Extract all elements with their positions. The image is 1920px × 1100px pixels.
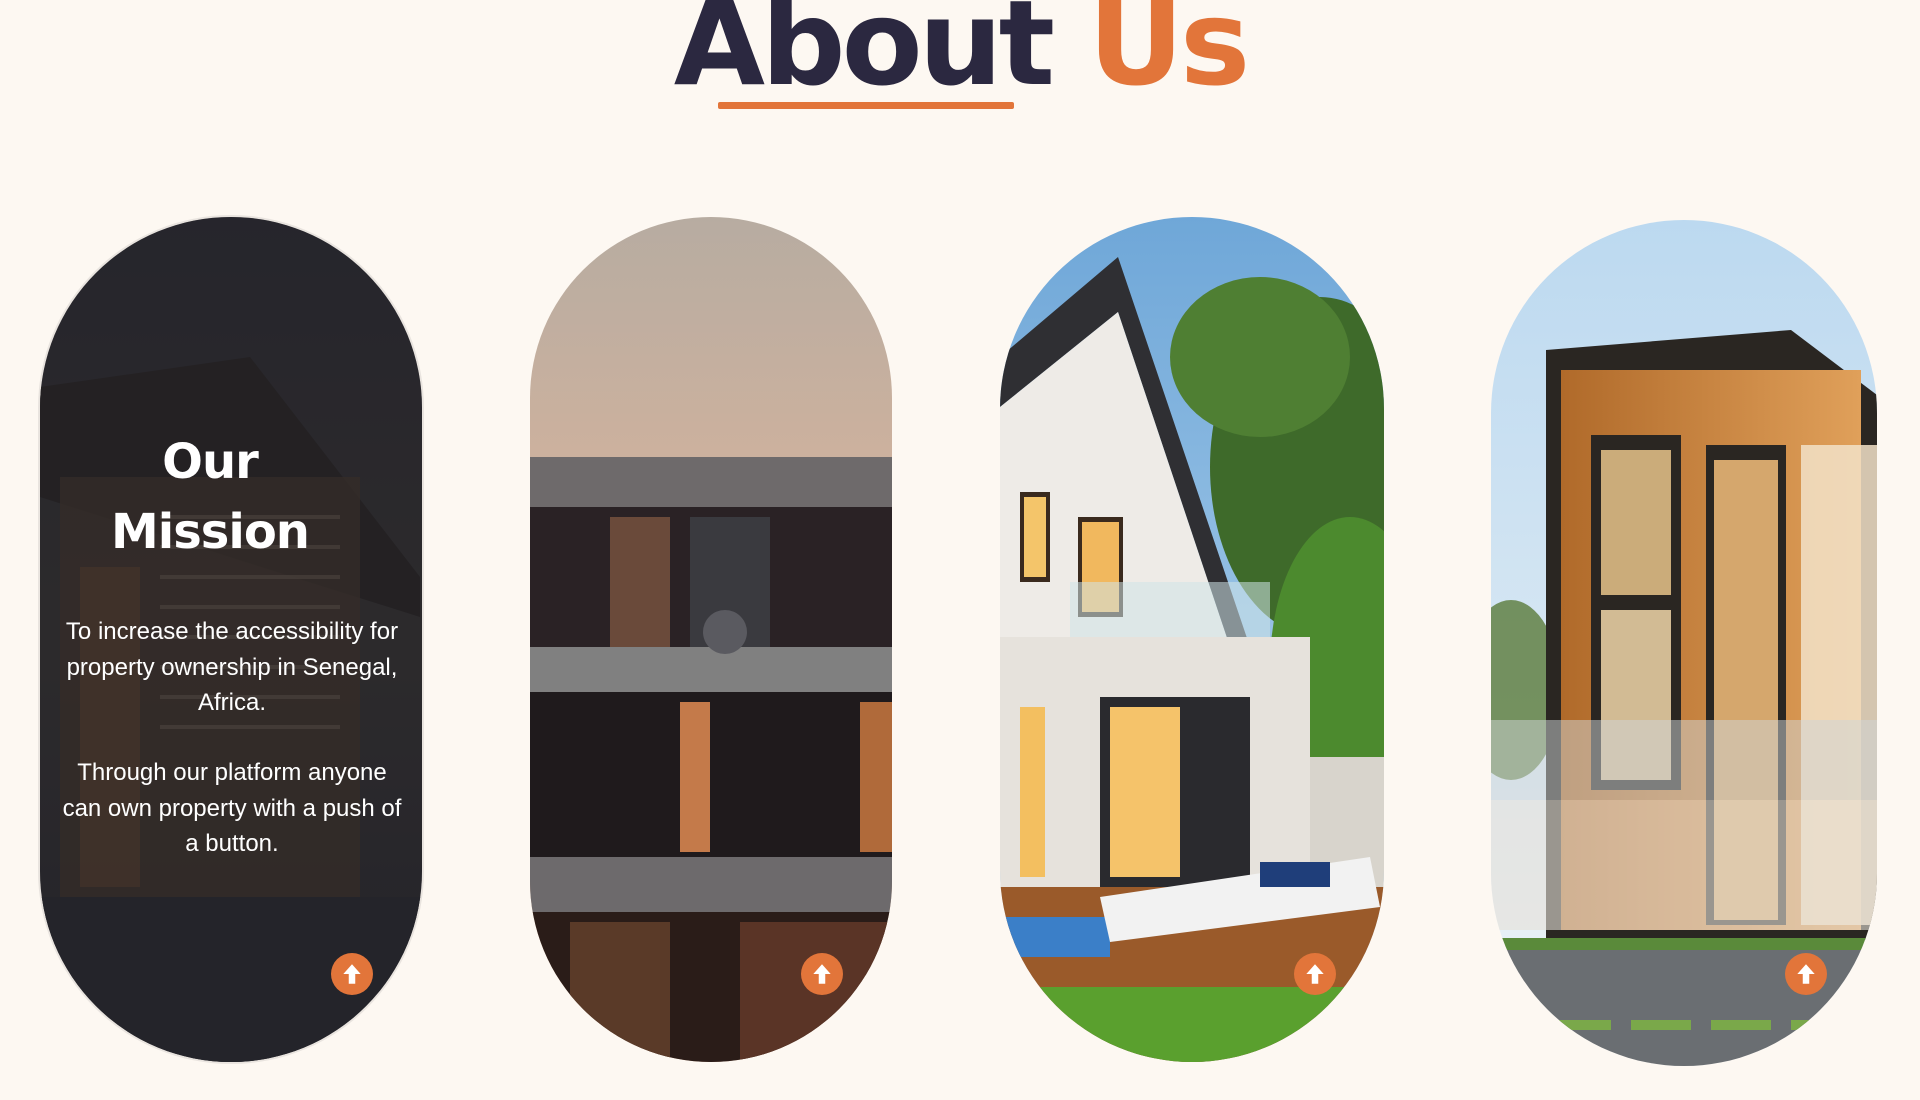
house-white-arrow-button[interactable] (1294, 953, 1336, 995)
house-card-white (1000, 217, 1384, 1062)
mission-title-line1: Our (162, 434, 259, 490)
mission-card-arrow-button[interactable] (331, 953, 373, 995)
arrow-up-icon (1797, 964, 1815, 984)
mission-card: Our Mission To increase the accessibilit… (40, 217, 422, 1062)
page-title: About Us (0, 0, 1920, 108)
title-word-us: Us (1088, 0, 1250, 112)
arrow-up-icon (1306, 964, 1324, 984)
mission-title-line2: Mission (111, 504, 310, 560)
title-word-about: About (673, 0, 1055, 112)
house-dusk-arrow-button[interactable] (801, 953, 843, 995)
mission-content: Our Mission To increase the accessibilit… (40, 217, 422, 1062)
mission-paragraph-2: Through our platform anyone can own prop… (62, 759, 402, 857)
house-card-dusk (530, 217, 892, 1062)
house-white-image (1000, 217, 1384, 1062)
mission-title: Our Mission (90, 427, 330, 567)
arrow-up-icon (343, 964, 361, 984)
house-dusk-image (530, 217, 892, 1062)
arrow-up-icon (813, 964, 831, 984)
title-underline (718, 102, 1014, 109)
house-timber-image (1491, 220, 1877, 1066)
house-card-timber (1491, 220, 1877, 1066)
house-timber-arrow-button[interactable] (1785, 953, 1827, 995)
mission-paragraph-1: To increase the accessibility for proper… (65, 618, 399, 716)
